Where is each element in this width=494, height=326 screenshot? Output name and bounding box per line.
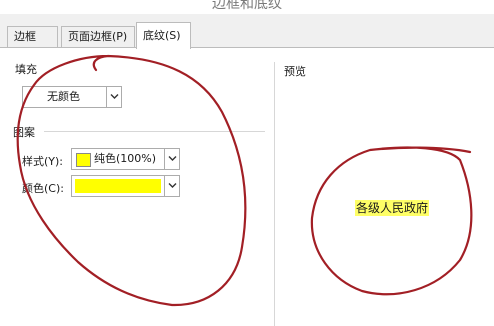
pattern-section-label: 图案 bbox=[13, 126, 35, 139]
preview-divider bbox=[274, 62, 275, 326]
fill-section-label: 填充 bbox=[15, 63, 37, 76]
chevron-down-icon[interactable] bbox=[106, 87, 121, 107]
pattern-section-divider bbox=[44, 131, 265, 132]
tab-shading[interactable]: 底纹(S) bbox=[136, 22, 191, 49]
tab-borders[interactable]: 边框(B) bbox=[7, 26, 58, 62]
pattern-color-dropdown[interactable] bbox=[71, 175, 180, 197]
color-label: 颜色(C): bbox=[22, 182, 64, 195]
tab-page-border[interactable]: 页面边框(P) bbox=[61, 26, 135, 47]
style-label: 样式(Y): bbox=[22, 155, 64, 168]
chevron-down-icon[interactable] bbox=[164, 176, 179, 196]
chevron-down-icon[interactable] bbox=[164, 149, 179, 169]
style-value: 纯色(100%) bbox=[94, 152, 157, 165]
fill-color-value: 无颜色 bbox=[47, 90, 80, 103]
dialog-title-bar: 边框和底纹 bbox=[0, 0, 494, 14]
fill-color-dropdown[interactable]: 无颜色 bbox=[22, 86, 122, 108]
pattern-color-swatch bbox=[75, 179, 161, 193]
preview-section-label: 预览 bbox=[284, 65, 306, 78]
style-swatch bbox=[76, 153, 91, 167]
style-dropdown[interactable]: 纯色(100%) bbox=[71, 148, 180, 170]
preview-sample-text: 各级人民政府 bbox=[355, 200, 430, 216]
dialog-title: 边框和底纹 bbox=[212, 0, 282, 12]
